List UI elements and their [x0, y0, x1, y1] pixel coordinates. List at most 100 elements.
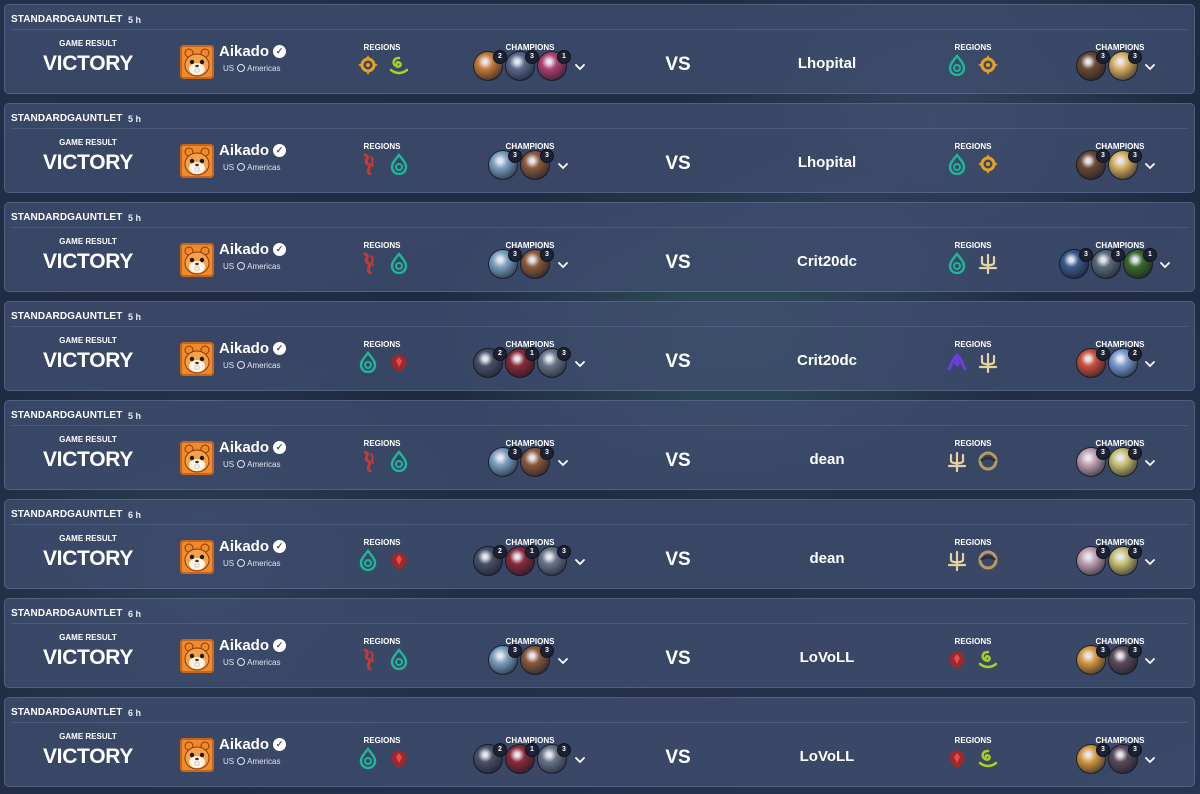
- shadow-isles-teal-icon[interactable]: [388, 450, 410, 473]
- chevron-down-icon[interactable]: [557, 456, 569, 468]
- bilgewater-trident-icon[interactable]: [946, 450, 968, 473]
- champion-portrait[interactable]: 3: [1076, 149, 1110, 180]
- player-name[interactable]: Aikado: [219, 538, 269, 555]
- chevron-down-icon[interactable]: [1144, 753, 1156, 765]
- chevron-down-icon[interactable]: [557, 159, 569, 171]
- champion-portrait[interactable]: 3: [1108, 644, 1142, 675]
- chevron-down-icon[interactable]: [1144, 60, 1156, 72]
- ionia-red-icon[interactable]: [357, 648, 379, 671]
- champion-portrait[interactable]: 1: [1123, 248, 1157, 279]
- shadow-isles-teal-icon[interactable]: [388, 153, 410, 176]
- player-name[interactable]: Aikado: [219, 43, 269, 60]
- champion-portrait[interactable]: 3: [537, 545, 571, 576]
- void-purple-icon[interactable]: [946, 351, 968, 373]
- player-name[interactable]: Aikado: [219, 142, 269, 159]
- opponent-name[interactable]: LoVoLL: [765, 649, 889, 666]
- player-name[interactable]: Aikado: [219, 439, 269, 456]
- hamster-avatar-icon[interactable]: [180, 639, 214, 673]
- chevron-down-icon[interactable]: [574, 753, 586, 765]
- noxus-red-icon[interactable]: [388, 747, 410, 769]
- champion-portrait[interactable]: 2: [473, 743, 507, 774]
- chevron-down-icon[interactable]: [574, 357, 586, 369]
- bandle-green-icon[interactable]: [977, 747, 999, 769]
- match-card[interactable]: STANDARDGAUNTLET 5 h GAME RESULT VICTORY Ai…: [4, 400, 1195, 490]
- champion-portrait[interactable]: 3: [537, 347, 571, 378]
- chevron-down-icon[interactable]: [1144, 654, 1156, 666]
- champion-portrait[interactable]: 2: [473, 545, 507, 576]
- bandle-green-icon[interactable]: [977, 648, 999, 670]
- shadow-isles-teal-icon[interactable]: [388, 252, 410, 275]
- champion-portrait[interactable]: 2: [473, 50, 507, 81]
- targon-orange-icon[interactable]: [977, 153, 999, 175]
- champion-portrait[interactable]: 2: [473, 347, 507, 378]
- hamster-avatar-icon[interactable]: [180, 342, 214, 376]
- champion-portrait[interactable]: 3: [1091, 248, 1125, 279]
- player-name[interactable]: Aikado: [219, 241, 269, 258]
- hamster-avatar-icon[interactable]: [180, 144, 214, 178]
- bilgewater-trident-icon[interactable]: [946, 549, 968, 572]
- chevron-down-icon[interactable]: [574, 60, 586, 72]
- champion-portrait[interactable]: 3: [1108, 50, 1142, 81]
- champion-portrait[interactable]: 1: [505, 347, 539, 378]
- champion-portrait[interactable]: 3: [488, 248, 522, 279]
- champion-portrait[interactable]: 3: [1059, 248, 1093, 279]
- ionia-red-icon[interactable]: [357, 252, 379, 275]
- shadow-isles-teal-icon[interactable]: [357, 747, 379, 770]
- player-name[interactable]: Aikado: [219, 637, 269, 654]
- shadow-isles-teal-icon[interactable]: [357, 549, 379, 572]
- shadow-isles-teal-icon[interactable]: [946, 54, 968, 77]
- noxus-red-icon[interactable]: [388, 549, 410, 571]
- champion-portrait[interactable]: 3: [1076, 644, 1110, 675]
- shadow-isles-teal-icon[interactable]: [357, 351, 379, 374]
- targon-orange-icon[interactable]: [977, 54, 999, 76]
- match-card[interactable]: STANDARDGAUNTLET 6 h GAME RESULT VICTORY Ai…: [4, 697, 1195, 787]
- champion-portrait[interactable]: 3: [520, 248, 554, 279]
- champion-portrait[interactable]: 1: [537, 50, 571, 81]
- shurima-disc-icon[interactable]: [977, 549, 999, 571]
- champion-portrait[interactable]: 3: [1076, 446, 1110, 477]
- player-name[interactable]: Aikado: [219, 736, 269, 753]
- shadow-isles-teal-icon[interactable]: [388, 648, 410, 671]
- hamster-avatar-icon[interactable]: [180, 243, 214, 277]
- player-name[interactable]: Aikado: [219, 340, 269, 357]
- champion-portrait[interactable]: 3: [1108, 149, 1142, 180]
- chevron-down-icon[interactable]: [1144, 555, 1156, 567]
- match-card[interactable]: STANDARDGAUNTLET 5 h GAME RESULT VICTORY Ai…: [4, 301, 1195, 391]
- opponent-name[interactable]: Crit20dc: [765, 253, 889, 270]
- opponent-name[interactable]: Lhopital: [765, 154, 889, 171]
- chevron-down-icon[interactable]: [557, 654, 569, 666]
- targon-orange-icon[interactable]: [357, 54, 379, 76]
- match-card[interactable]: STANDARDGAUNTLET 6 h GAME RESULT VICTORY Ai…: [4, 499, 1195, 589]
- hamster-avatar-icon[interactable]: [180, 540, 214, 574]
- opponent-name[interactable]: dean: [765, 550, 889, 567]
- match-card[interactable]: STANDARDGAUNTLET 6 h GAME RESULT VICTORY Ai…: [4, 598, 1195, 688]
- champion-portrait[interactable]: 3: [520, 446, 554, 477]
- ionia-red-icon[interactable]: [357, 153, 379, 176]
- bilgewater-trident-icon[interactable]: [977, 252, 999, 275]
- champion-portrait[interactable]: 3: [1076, 50, 1110, 81]
- champion-portrait[interactable]: 1: [505, 743, 539, 774]
- champion-portrait[interactable]: 3: [488, 149, 522, 180]
- chevron-down-icon[interactable]: [1144, 456, 1156, 468]
- bandle-green-icon[interactable]: [388, 54, 410, 76]
- chevron-down-icon[interactable]: [557, 258, 569, 270]
- champion-portrait[interactable]: 3: [505, 50, 539, 81]
- hamster-avatar-icon[interactable]: [180, 441, 214, 475]
- champion-portrait[interactable]: 1: [505, 545, 539, 576]
- champion-portrait[interactable]: 3: [1108, 743, 1142, 774]
- opponent-name[interactable]: Crit20dc: [765, 352, 889, 369]
- champion-portrait[interactable]: 3: [520, 644, 554, 675]
- hamster-avatar-icon[interactable]: [180, 45, 214, 79]
- shadow-isles-teal-icon[interactable]: [946, 153, 968, 176]
- champion-portrait[interactable]: 3: [1076, 545, 1110, 576]
- chevron-down-icon[interactable]: [1144, 159, 1156, 171]
- noxus-red-icon[interactable]: [946, 747, 968, 769]
- match-card[interactable]: STANDARDGAUNTLET 5 h GAME RESULT VICTORY Ai…: [4, 202, 1195, 292]
- hamster-avatar-icon[interactable]: [180, 738, 214, 772]
- champion-portrait[interactable]: 3: [520, 149, 554, 180]
- match-card[interactable]: STANDARDGAUNTLET 5 h GAME RESULT VICTORY Ai…: [4, 4, 1195, 94]
- ionia-red-icon[interactable]: [357, 450, 379, 473]
- chevron-down-icon[interactable]: [574, 555, 586, 567]
- opponent-name[interactable]: Lhopital: [765, 55, 889, 72]
- shadow-isles-teal-icon[interactable]: [946, 252, 968, 275]
